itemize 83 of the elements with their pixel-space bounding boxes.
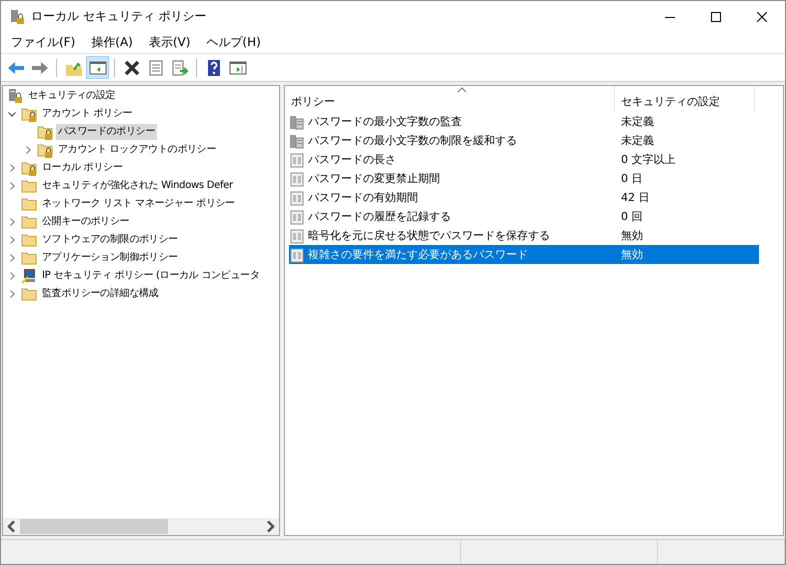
collapse-caret-icon[interactable]	[7, 109, 17, 119]
sort-ascending-icon	[457, 87, 467, 93]
expand-caret-icon[interactable]	[7, 253, 17, 263]
folder-icon	[21, 286, 37, 302]
tree-item[interactable]: パスワードのポリシー	[56, 124, 158, 140]
policy-row[interactable]: パスワードの有効期間 42 日	[289, 188, 759, 207]
folder-icon	[21, 232, 37, 248]
maximize-icon	[711, 12, 721, 22]
locked-folder-icon	[21, 160, 37, 176]
tree-item[interactable]: セキュリティが強化された Windows Defer	[40, 178, 235, 194]
expand-caret-icon[interactable]	[7, 181, 17, 191]
policy-row[interactable]: 複雑さの要件を満たす必要があるパスワード 無効	[289, 245, 759, 264]
server-icon	[289, 132, 305, 148]
tree-item[interactable]: ネットワーク リスト マネージャー ポリシー	[40, 196, 237, 212]
locked-folder-icon	[21, 106, 37, 122]
policy-name: パスワードの有効期間	[308, 190, 418, 205]
policy-name: パスワードの最小文字数の制限を緩和する	[308, 133, 517, 148]
locked-folder-icon	[37, 124, 53, 140]
setting-value: 0 日	[621, 171, 642, 186]
computer-key-icon	[21, 268, 37, 284]
tree-item[interactable]: 公開キーのポリシー	[40, 214, 132, 230]
folder-icon	[21, 214, 37, 230]
policy-name: 暗号化を元に戻せる状態でパスワードを保存する	[308, 228, 550, 243]
setting-value: 無効	[621, 247, 643, 262]
tree-item[interactable]: セキュリティの設定	[26, 88, 118, 104]
policy-icon	[289, 228, 305, 244]
menu-item[interactable]: 操作(A)	[83, 32, 141, 52]
folder-icon	[21, 250, 37, 266]
computer-lock-icon	[7, 88, 23, 104]
server-icon	[289, 114, 305, 130]
tree-item[interactable]: アカウント ポリシー	[40, 106, 134, 122]
setting-value: 42 日	[621, 190, 650, 205]
policy-name: パスワードの変更禁止期間	[308, 171, 440, 186]
console-tree-button[interactable]	[86, 56, 109, 79]
tree-item[interactable]: ソフトウェアの制限のポリシー	[40, 232, 180, 248]
policy-row[interactable]: パスワードの長さ 0 文字以上	[289, 150, 759, 169]
expand-caret-icon[interactable]	[7, 217, 17, 227]
tree-item[interactable]: アプリケーション制御ポリシー	[40, 250, 180, 266]
app-icon	[9, 8, 25, 24]
setting-value: 無効	[621, 228, 643, 243]
policy-icon	[289, 208, 305, 224]
expand-caret-icon[interactable]	[7, 271, 17, 281]
expand-caret-icon[interactable]	[7, 289, 17, 299]
expand-caret-icon[interactable]	[7, 235, 17, 245]
folder-icon	[21, 178, 37, 194]
policy-name: パスワードの長さ	[308, 152, 396, 167]
expand-caret-icon[interactable]	[23, 145, 33, 155]
setting-value: 0 回	[621, 209, 642, 224]
policy-icon	[289, 170, 305, 186]
policy-row[interactable]: 暗号化を元に戻せる状態でパスワードを保存する 無効	[289, 226, 759, 245]
horizontal-scrollbar[interactable]	[3, 518, 279, 535]
menu-item[interactable]: ヘルプ(H)	[198, 32, 269, 52]
window-panel-icon	[88, 58, 106, 76]
policy-name: 複雑さの要件を満たす必要があるパスワード	[308, 247, 528, 262]
delete-icon	[122, 58, 140, 76]
policy-icon	[289, 152, 305, 168]
menu-item[interactable]: 表示(V)	[140, 32, 198, 52]
locked-folder-icon	[37, 142, 53, 158]
tree-item[interactable]: 監査ポリシーの詳細な構成	[40, 286, 160, 302]
document-icon	[146, 58, 164, 76]
policy-row[interactable]: パスワードの変更禁止期間 0 日	[289, 169, 759, 188]
policy-name: パスワードの最小文字数の監査	[308, 114, 462, 129]
policy-row[interactable]: パスワードの履歴を記録する 0 回	[289, 207, 759, 226]
tree-item[interactable]: IP セキュリティ ポリシー (ローカル コンピュータ	[40, 268, 262, 284]
column-header[interactable]: セキュリティの設定	[615, 86, 755, 112]
folder-icon	[21, 196, 37, 212]
tree-item[interactable]: アカウント ロックアウトのポリシー	[56, 142, 218, 158]
tree-item[interactable]: ローカル ポリシー	[40, 160, 124, 176]
policy-icon	[289, 246, 305, 262]
setting-value: 未定義	[621, 114, 654, 129]
setting-value: 0 文字以上	[621, 152, 676, 167]
policy-row[interactable]: パスワードの最小文字数の監査 未定義	[289, 112, 759, 131]
column-header[interactable]: ポリシー	[285, 86, 615, 112]
window-title: ローカル セキュリティ ポリシー	[31, 8, 207, 25]
export-icon	[170, 58, 188, 76]
policy-name: パスワードの履歴を記録する	[308, 209, 451, 224]
menu-item[interactable]: ファイル(F)	[3, 32, 84, 52]
close-icon	[757, 12, 767, 22]
expand-caret-icon[interactable]	[7, 163, 17, 173]
window-panel-icon	[228, 58, 246, 76]
policy-row[interactable]: パスワードの最小文字数の制限を緩和する 未定義	[289, 131, 759, 150]
setting-value: 未定義	[621, 133, 654, 148]
policy-icon	[289, 190, 305, 206]
